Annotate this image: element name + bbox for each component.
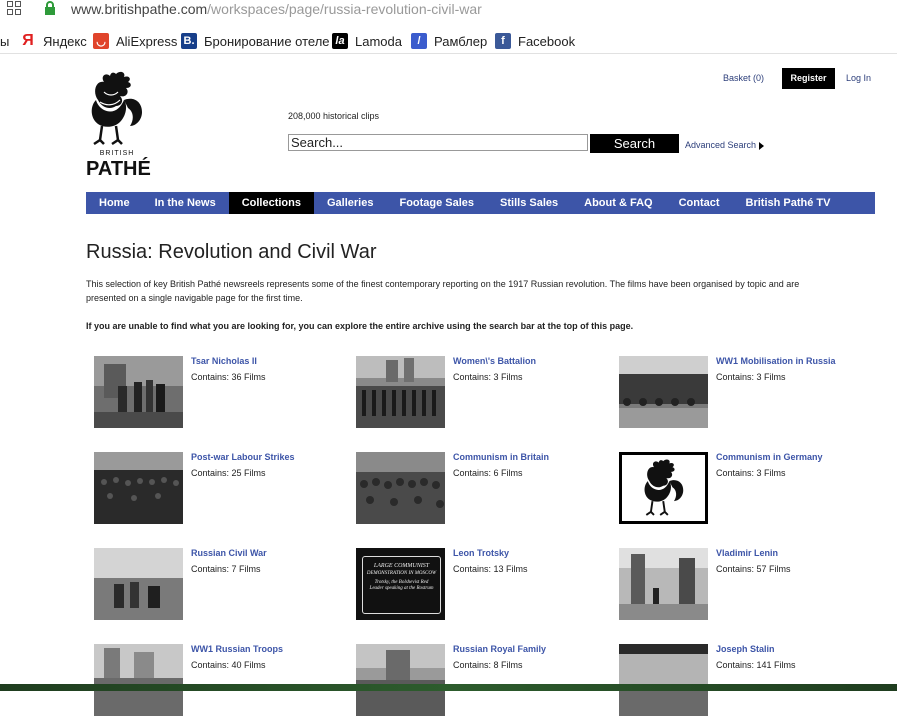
collection-count: Contains: 3 Films — [716, 372, 786, 382]
collection-item[interactable]: Communism in Germany Contains: 3 Films — [619, 452, 879, 527]
apps-grid-icon[interactable] — [7, 1, 21, 15]
bookmark-rambler[interactable]: / Рамблер — [411, 31, 487, 51]
collection-count: Contains: 8 Films — [453, 660, 523, 670]
yandex-icon: Я — [22, 32, 34, 49]
booking-icon: B. — [181, 33, 197, 49]
collection-item[interactable]: Vladimir Lenin Contains: 57 Films — [619, 548, 879, 623]
collection-title[interactable]: Leon Trotsky — [453, 548, 509, 558]
collection-item[interactable]: Communism in Britain Contains: 6 Films — [356, 452, 616, 527]
collection-count: Contains: 3 Films — [716, 468, 786, 478]
collection-item[interactable]: Russian Royal Family Contains: 8 Films — [356, 644, 616, 719]
collection-item[interactable]: Joseph Stalin Contains: 141 Films — [619, 644, 879, 719]
collection-count: Contains: 7 Films — [191, 564, 261, 574]
collection-title[interactable]: Post-war Labour Strikes — [191, 452, 295, 462]
collection-title[interactable]: Women\'s Battalion — [453, 356, 536, 366]
bookmark-booking[interactable]: B. Бронирование отеле — [181, 31, 330, 51]
collection-thumbnail[interactable] — [619, 644, 708, 716]
login-link[interactable]: Log In — [846, 73, 871, 83]
nav-british-pathe-tv[interactable]: British Pathé TV — [733, 192, 844, 214]
collection-item[interactable]: LARGE COMMUNIST DEMONSTRATION IN MOSCOW … — [356, 548, 616, 623]
collection-thumbnail[interactable] — [94, 452, 183, 524]
collection-thumbnail[interactable] — [94, 548, 183, 620]
collection-title[interactable]: Russian Civil War — [191, 548, 267, 558]
collection-thumbnail[interactable]: LARGE COMMUNIST DEMONSTRATION IN MOSCOW … — [356, 548, 445, 620]
site-page: BRITISH PATHÉ 208,000 historical clips S… — [0, 54, 897, 716]
card-line2: DEMONSTRATION IN MOSCOW — [366, 571, 437, 576]
collection-thumbnail[interactable] — [619, 548, 708, 620]
bookmarks-bar: ы Я Яндекс ◡ AliExpress B. Бронирование оте… — [0, 29, 897, 54]
collection-item[interactable]: Women\'s Battalion Contains: 3 Films — [356, 356, 616, 431]
register-button[interactable]: Register — [782, 68, 835, 89]
logo-text-pathe: PATHÉ — [86, 158, 151, 180]
search-note: If you are unable to find what you are l… — [86, 321, 634, 331]
collection-count: Contains: 57 Films — [716, 564, 791, 574]
search-button[interactable]: Search — [590, 134, 679, 153]
collection-item[interactable]: WW1 Russian Troops Contains: 40 Films — [94, 644, 354, 719]
card-line1: LARGE COMMUNIST — [373, 563, 430, 569]
main-nav: Home In the News Collections Galleries F… — [86, 192, 875, 214]
lamoda-icon: la — [332, 33, 348, 49]
nav-home[interactable]: Home — [86, 192, 143, 214]
collection-count: Contains: 3 Films — [453, 372, 523, 382]
nav-galleries[interactable]: Galleries — [314, 192, 386, 214]
nav-stills-sales[interactable]: Stills Sales — [487, 192, 571, 214]
collection-title[interactable]: Communism in Britain — [453, 452, 549, 462]
collection-title[interactable]: Vladimir Lenin — [716, 548, 778, 558]
taskbar-strip — [0, 684, 897, 691]
collection-item[interactable]: Post-war Labour Strikes Contains: 25 Fil… — [94, 452, 354, 527]
collection-count: Contains: 36 Films — [191, 372, 266, 382]
logo-text-british: BRITISH — [99, 150, 135, 157]
basket-link[interactable]: Basket (0) — [723, 73, 764, 83]
collection-thumbnail[interactable] — [619, 452, 708, 524]
bookmark-yandex[interactable]: Я Яндекс — [20, 31, 86, 51]
card-line3: Trotsky, the Bolshevist Red Leader speak… — [369, 580, 434, 591]
bookmark-facebook[interactable]: f Facebook — [495, 31, 575, 51]
aliexpress-icon: ◡ — [93, 33, 109, 49]
collection-item[interactable]: Russian Civil War Contains: 7 Films — [94, 548, 354, 623]
collection-thumbnail[interactable] — [356, 452, 445, 524]
browser-address-bar: www.britishpathe.com/workspaces/page/rus… — [0, 0, 897, 20]
collection-title[interactable]: Tsar Nicholas II — [191, 356, 257, 366]
search-input[interactable]: Search... — [288, 134, 588, 151]
collection-title[interactable]: Joseph Stalin — [716, 644, 775, 654]
nav-in-the-news[interactable]: In the News — [143, 192, 229, 214]
url-field[interactable]: www.britishpathe.com/workspaces/page/rus… — [71, 1, 482, 17]
intro-text: This selection of key British Pathé news… — [86, 279, 800, 303]
collection-count: Contains: 141 Films — [716, 660, 796, 670]
nav-collections[interactable]: Collections — [228, 192, 314, 214]
collection-title[interactable]: WW1 Mobilisation in Russia — [716, 356, 836, 366]
rambler-icon: / — [411, 33, 427, 49]
collection-thumbnail[interactable] — [94, 356, 183, 428]
collection-item[interactable]: Tsar Nicholas II Contains: 36 Films — [94, 356, 354, 431]
collection-thumbnail[interactable] — [356, 644, 445, 716]
collection-count: Contains: 6 Films — [453, 468, 523, 478]
collection-thumbnail[interactable] — [356, 356, 445, 428]
page-title: Russia: Revolution and Civil War — [86, 241, 377, 263]
nav-footage-sales[interactable]: Footage Sales — [386, 192, 487, 214]
triangle-right-icon — [759, 141, 765, 150]
collection-title[interactable]: Communism in Germany — [716, 452, 823, 462]
british-pathe-logo[interactable]: BRITISH PATHÉ — [86, 70, 151, 182]
lock-icon[interactable] — [44, 1, 56, 15]
collection-count: Contains: 25 Films — [191, 468, 266, 478]
collection-thumbnail[interactable] — [619, 356, 708, 428]
rooster-icon — [91, 71, 142, 146]
nav-contact[interactable]: Contact — [666, 192, 733, 214]
advanced-search-link[interactable]: Advanced Search — [685, 140, 765, 150]
collection-thumbnail[interactable] — [94, 644, 183, 716]
collection-count: Contains: 13 Films — [453, 564, 528, 574]
collection-title[interactable]: WW1 Russian Troops — [191, 644, 283, 654]
collection-item[interactable]: WW1 Mobilisation in Russia Contains: 3 F… — [619, 356, 879, 431]
bookmark-aliexpress[interactable]: ◡ AliExpress — [93, 31, 177, 51]
rooster-icon — [644, 459, 684, 516]
nav-about-faq[interactable]: About & FAQ — [571, 192, 665, 214]
collection-count: Contains: 40 Films — [191, 660, 266, 670]
bookmark-truncated[interactable]: ы — [0, 31, 9, 51]
bookmark-lamoda[interactable]: la Lamoda — [332, 31, 402, 51]
clips-count: 208,000 historical clips — [288, 111, 380, 121]
collection-title[interactable]: Russian Royal Family — [453, 644, 546, 654]
facebook-icon: f — [495, 33, 511, 49]
